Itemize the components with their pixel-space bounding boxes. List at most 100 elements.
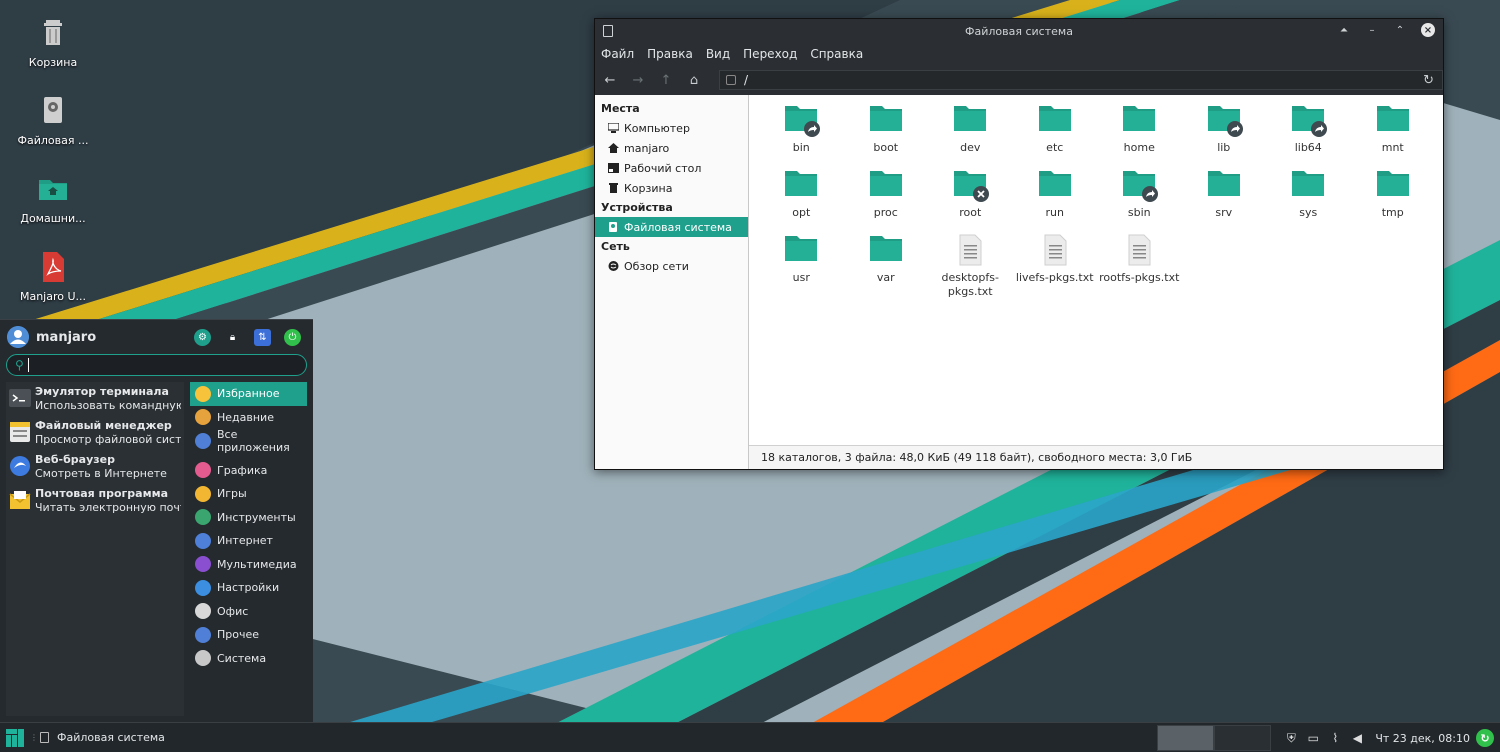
file-item[interactable]: var [844, 231, 929, 294]
file-item[interactable]: dev [928, 101, 1013, 164]
sidebar-item-home[interactable]: manjaro [595, 138, 748, 158]
file-manager-icon [10, 422, 30, 442]
logout-icon[interactable]: ⏻ [284, 328, 301, 346]
sidebar-item-network[interactable]: Обзор сети [595, 256, 748, 276]
workspace-switcher[interactable] [1157, 725, 1272, 751]
sidebar-item-label: Компьютер [624, 121, 690, 135]
file-item[interactable]: root [928, 166, 1013, 229]
file-item[interactable]: lib [1182, 101, 1267, 164]
search-input[interactable] [27, 358, 288, 372]
workspace-2[interactable] [1214, 725, 1272, 751]
file-item[interactable]: srv [1182, 166, 1267, 229]
favorite-title: Веб-браузер [35, 453, 115, 466]
sidebar-item-computer[interactable]: Компьютер [595, 118, 748, 138]
category-item[interactable]: Все приложения [190, 428, 307, 454]
category-item[interactable]: Прочее [190, 623, 307, 647]
sidebar-item-filesystem[interactable]: Файловая система [595, 217, 748, 237]
display-icon[interactable]: ▭ [1305, 730, 1321, 746]
clock[interactable]: Чт 23 дек, 08:10 [1375, 732, 1470, 745]
menu-edit[interactable]: Правка [647, 47, 693, 61]
file-item[interactable]: opt [759, 166, 844, 229]
file-manager-window[interactable]: Файловая система ⏶ – ⌃ × Файл Правка Вид… [594, 18, 1444, 470]
category-item[interactable]: Офис [190, 600, 307, 624]
file-item[interactable]: sys [1266, 166, 1351, 229]
category-item[interactable]: Графика [190, 459, 307, 483]
close-button[interactable]: × [1421, 23, 1435, 37]
forward-icon[interactable]: → [631, 73, 645, 88]
avatar[interactable] [7, 326, 29, 348]
file-item[interactable]: boot [844, 101, 929, 164]
file-view[interactable]: bin boot dev etc home lib lib64 mnt opt proc root r… [749, 95, 1443, 469]
category-item[interactable]: Инструменты [190, 506, 307, 530]
desktop-icon-manual[interactable]: Manjaro U... [8, 250, 98, 303]
shield-icon[interactable]: ⛨ [1283, 730, 1299, 746]
category-item[interactable]: Интернет [190, 529, 307, 553]
trash-icon [44, 20, 62, 45]
location-bar[interactable]: / ↻ [719, 70, 1443, 90]
window-shade-icon[interactable]: ⏶ [1337, 23, 1351, 37]
up-icon[interactable]: ↑ [659, 73, 673, 88]
category-item[interactable]: Избранное [190, 382, 307, 406]
workspace-1[interactable] [1157, 725, 1215, 751]
file-item[interactable]: tmp [1351, 166, 1436, 229]
file-item[interactable]: home [1097, 101, 1182, 164]
file-item[interactable]: run [1013, 166, 1098, 229]
favorite-item-terminal[interactable]: Эмулятор терминала Использовать командную… [6, 382, 184, 416]
window-title: Файловая система [965, 24, 1073, 38]
favorite-item-file-manager[interactable]: Файловый менеджерПросмотр файловой систе… [6, 416, 184, 450]
system-tray: ⛨ ▭ ⌇ ◀ Чт 23 дек, 08:10 ↻ [1157, 723, 1500, 752]
category-item[interactable]: Система [190, 647, 307, 671]
desktop-icon-home[interactable]: Домашни... [8, 172, 98, 225]
favorite-desc: Использовать командную строку [35, 399, 181, 412]
clip-icon[interactable]: ⌇ [1327, 730, 1343, 746]
volume-icon[interactable]: ◀ [1349, 730, 1365, 746]
desktop-icon-label: Домашни... [20, 212, 86, 225]
menu-file[interactable]: Файл [601, 47, 634, 61]
category-item[interactable]: Мультимедиа [190, 553, 307, 577]
text-file-icon [1128, 234, 1151, 266]
window-titlebar[interactable]: Файловая система ⏶ – ⌃ × [595, 19, 1443, 43]
desktop-icon-trash[interactable]: Корзина [8, 16, 98, 69]
category-item[interactable]: Недавние [190, 406, 307, 430]
menu-go[interactable]: Переход [743, 47, 797, 61]
sidebar-item-desktop[interactable]: Рабочий стол [595, 158, 748, 178]
home-icon[interactable]: ⌂ [687, 73, 701, 88]
username: manjaro [36, 329, 97, 345]
file-item[interactable]: livefs-pkgs.txt [1013, 231, 1098, 301]
file-name: sys [1299, 206, 1318, 219]
maximize-button[interactable]: ⌃ [1393, 23, 1407, 37]
category-item[interactable]: Игры [190, 482, 307, 506]
file-item[interactable]: usr [759, 231, 844, 294]
menu-search-box[interactable]: ⚲ [6, 354, 307, 376]
file-item[interactable]: bin [759, 101, 844, 164]
update-icon[interactable]: ↻ [1476, 729, 1494, 747]
menu-view[interactable]: Вид [706, 47, 730, 61]
file-item[interactable]: proc [844, 166, 929, 229]
category-item[interactable]: Настройки [190, 576, 307, 600]
sidebar-item-label: manjaro [624, 141, 670, 155]
file-item[interactable]: rootfs-pkgs.txt [1097, 231, 1182, 301]
favorite-item-browser[interactable]: Веб-браузер Смотреть в Интернете [6, 450, 184, 484]
system-icon [195, 650, 211, 667]
file-item[interactable]: etc [1013, 101, 1098, 164]
minimize-button[interactable]: – [1365, 23, 1379, 37]
reload-icon[interactable]: ↻ [1423, 73, 1434, 88]
sidebar-item-trash[interactable]: Корзина [595, 178, 748, 198]
file-item[interactable]: lib64 [1266, 101, 1351, 164]
lock-icon[interactable]: 🔒︎ [224, 329, 241, 346]
file-item[interactable]: desktopfs-pkgs.txt [928, 231, 1013, 301]
desktop-icon-filesystem[interactable]: Файловая ... [8, 94, 98, 147]
category-label: Игры [217, 487, 247, 501]
search-icon: ⚲ [15, 358, 24, 372]
taskbar-task-file-manager[interactable]: Файловая система [40, 731, 165, 744]
file-item[interactable]: sbin [1097, 166, 1182, 229]
favorite-item-mail[interactable]: Почтовая программа Читать электронную поч… [6, 484, 184, 518]
back-icon[interactable]: ← [603, 73, 617, 88]
drive-small-icon [726, 75, 736, 85]
file-item[interactable]: mnt [1351, 101, 1436, 164]
switch-user-icon[interactable]: ⇅ [254, 328, 271, 346]
manjaro-logo-icon[interactable] [6, 728, 24, 747]
sidebar: Места Компьютер manjaro Рабочий стол Кор… [595, 95, 749, 469]
settings-manager-icon[interactable]: ⚙ [194, 328, 211, 346]
menu-help[interactable]: Справка [810, 47, 863, 61]
